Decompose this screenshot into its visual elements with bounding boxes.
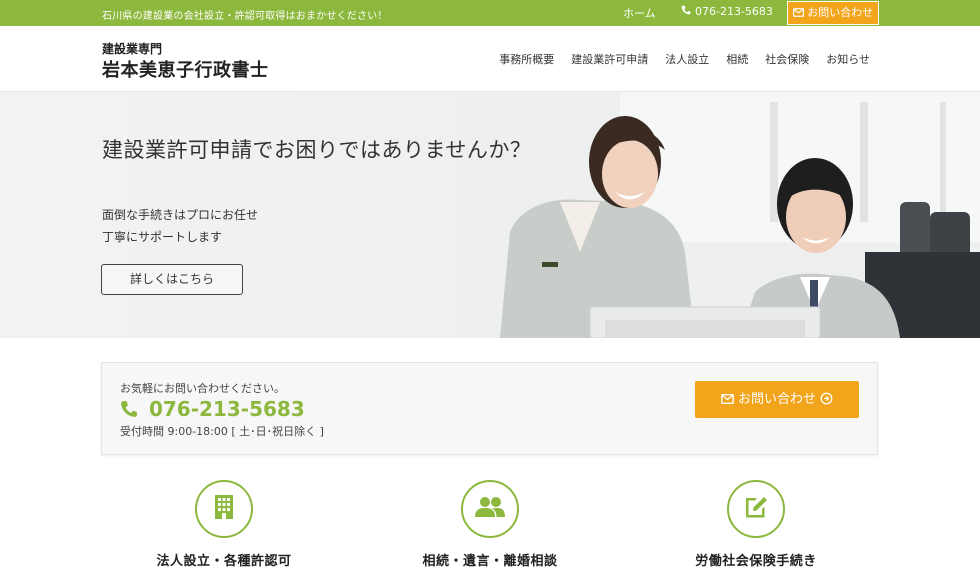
mail-icon (720, 392, 738, 407)
service-icon-circle (727, 480, 785, 538)
topbar-contact-button[interactable]: お問い合わせ (787, 1, 879, 25)
logo-title[interactable]: 岩本美恵子行政書士 (102, 56, 269, 82)
contact-phone[interactable]: 076-213-5683 (120, 397, 305, 421)
phone-icon (120, 397, 145, 421)
phone-icon (681, 5, 691, 18)
service-icon-circle (195, 480, 253, 538)
arrow-circle-right-icon (820, 392, 833, 407)
nav-item-news[interactable]: お知らせ (826, 51, 870, 67)
hero-section: 建設業許可申請でお困りではありませんか？ 面倒な手続きはプロにお任せ 丁寧にサポ… (0, 92, 980, 338)
building-icon (213, 494, 235, 524)
service-title: 相続・遺言・離婚相談 (422, 554, 558, 569)
nav-item-license[interactable]: 建設業許可申請 (571, 51, 648, 67)
contact-box: お気軽にお問い合わせください。 076-213-5683 受付時間 9:00-1… (101, 362, 878, 455)
topbar-phone-number: 076-213-5683 (695, 5, 773, 18)
users-icon (474, 496, 506, 522)
site-header: 建設業専門 岩本美恵子行政書士 事務所概要 建設業許可申請 法人設立 相続 社会… (0, 26, 980, 92)
nav-item-social-insurance[interactable]: 社会保険 (765, 51, 809, 67)
topbar-phone[interactable]: 076-213-5683 (681, 5, 773, 18)
service-inheritance[interactable]: 相続・遺言・離婚相談 (390, 480, 590, 569)
contact-lead: お気軽にお問い合わせください。 (120, 382, 285, 395)
hero-text: 面倒な手続きはプロにお任せ 丁寧にサポートします (102, 204, 258, 248)
hero-line-1: 面倒な手続きはプロにお任せ (102, 208, 259, 222)
hero-line-2: 丁寧にサポートします (102, 230, 223, 244)
tagline: 石川県の建設業の会社設立・許認可取得はおまかせください！ (102, 11, 388, 22)
home-link[interactable]: ホーム (623, 5, 656, 21)
main-nav: 事務所概要 建設業許可申請 法人設立 相続 社会保険 お知らせ (499, 51, 870, 67)
nav-item-inheritance[interactable]: 相続 (726, 51, 748, 67)
contact-cta-button[interactable]: お問い合わせ (695, 381, 859, 418)
contact-phone-number: 076-213-5683 (148, 397, 305, 421)
hero-headline: 建設業許可申請でお困りではありませんか？ (102, 138, 532, 162)
logo-subtitle[interactable]: 建設業専門 (102, 40, 162, 57)
service-social-insurance[interactable]: 労働社会保険手続き (656, 480, 856, 569)
contact-cta-label: お問い合わせ (737, 392, 816, 407)
service-title: 労働社会保険手続き (695, 554, 817, 569)
nav-item-about[interactable]: 事務所概要 (499, 51, 554, 67)
service-title: 法人設立・各種許認可 (156, 554, 292, 569)
mail-icon (792, 6, 808, 19)
hero-photo (470, 92, 980, 338)
service-icon-circle (461, 480, 519, 538)
business-hours: 受付時間 9:00-18:00 [ 土･日･祝日除く ] (120, 425, 324, 438)
top-bar: 石川県の建設業の会社設立・許認可取得はおまかせください！ ホーム 076-213… (0, 0, 980, 26)
topbar-contact-label: お問い合わせ (807, 6, 874, 19)
edit-icon (742, 494, 770, 524)
service-incorporation[interactable]: 法人設立・各種許認可 (124, 480, 324, 569)
details-button[interactable]: 詳しくはこちら (101, 264, 243, 295)
nav-item-incorporation[interactable]: 法人設立 (665, 51, 709, 67)
